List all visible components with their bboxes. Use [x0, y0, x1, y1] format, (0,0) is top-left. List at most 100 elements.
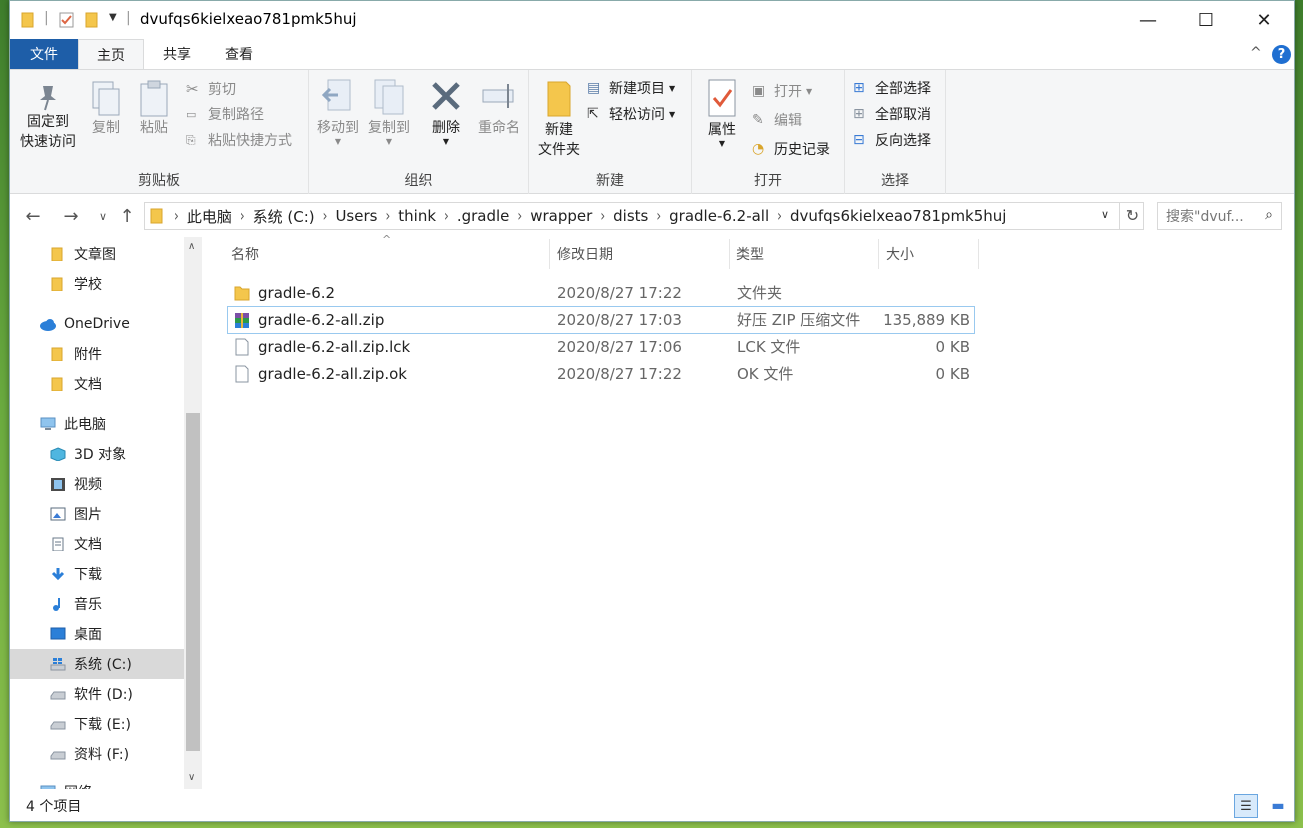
properties-check-icon[interactable]: [59, 12, 75, 28]
new-folder-button[interactable]: 新建 文件夹: [533, 78, 585, 160]
breadcrumb-separator-icon[interactable]: ›: [240, 207, 245, 225]
sidebar-item[interactable]: 资料 (F:): [10, 739, 184, 769]
up-arrow-icon[interactable]: ↑: [114, 203, 140, 229]
select-all-label: 全部选择: [875, 81, 931, 97]
customize-toolbar-dropdown-icon[interactable]: ▼: [109, 12, 117, 23]
refresh-icon[interactable]: ↻: [1119, 203, 1145, 229]
minimize-button[interactable]: —: [1119, 1, 1177, 39]
invert-selection-button[interactable]: ⊟ 反向选择: [853, 128, 931, 152]
sidebar-item[interactable]: 视频: [10, 469, 184, 499]
sidebar-item[interactable]: 学校: [10, 269, 184, 299]
delete-button[interactable]: 删除 ▼: [421, 78, 471, 146]
sidebar-item[interactable]: 系统 (C:): [10, 649, 184, 679]
address-bar[interactable]: › 此电脑 › 系统 (C:) › Users › think › .gradle › wrappe…: [144, 202, 1144, 230]
breadcrumb-item[interactable]: think: [390, 207, 444, 225]
close-button[interactable]: ✕: [1235, 1, 1293, 39]
tab-share[interactable]: 共享: [148, 39, 206, 69]
sidebar-item[interactable]: 文档: [10, 529, 184, 559]
sidebar-item[interactable]: 桌面: [10, 619, 184, 649]
column-header-name[interactable]: 名称: [231, 237, 549, 271]
sidebar-item[interactable]: 下载: [10, 559, 184, 589]
breadcrumb-item[interactable]: .gradle: [449, 207, 518, 225]
sidebar-item[interactable]: 软件 (D:): [10, 679, 184, 709]
cut-button[interactable]: ✂ 剪切: [186, 77, 236, 101]
sidebar-item[interactable]: 网络: [10, 777, 184, 789]
column-header-size[interactable]: 大小: [886, 237, 978, 271]
breadcrumb-item[interactable]: gradle-6.2-all: [661, 207, 777, 225]
edit-button[interactable]: ✎ 编辑: [752, 108, 802, 132]
scroll-up-chevron-icon[interactable]: ∧: [188, 241, 195, 252]
new-item-button[interactable]: ▤ 新建项目 ▼: [587, 76, 675, 100]
sidebar-item[interactable]: 文章图: [10, 239, 184, 269]
table-row[interactable]: gradle-6.2 2020/8/27 17:22 文件夹: [228, 280, 974, 306]
column-divider[interactable]: [549, 239, 550, 269]
back-arrow-icon[interactable]: ←: [20, 203, 46, 229]
copy-to-button[interactable]: 复制到 ▼: [364, 78, 414, 146]
address-history-chevron-icon[interactable]: ∨: [1101, 208, 1109, 221]
collapse-ribbon-icon[interactable]: ^: [1250, 45, 1262, 61]
breadcrumb-separator-icon[interactable]: ›: [444, 207, 449, 225]
open-button[interactable]: ▣ 打开 ▼: [752, 79, 812, 103]
delete-x-icon: [432, 82, 460, 110]
select-none-button[interactable]: ⊞ 全部取消: [853, 102, 931, 126]
breadcrumb-item[interactable]: dists: [605, 207, 656, 225]
tab-file[interactable]: 文件: [10, 39, 78, 69]
breadcrumb-separator-icon[interactable]: ›: [656, 207, 661, 225]
new-folder-icon[interactable]: [85, 12, 99, 28]
breadcrumb-item[interactable]: wrapper: [522, 207, 600, 225]
breadcrumb-item[interactable]: Users: [327, 207, 385, 225]
sidebar-item[interactable]: 下载 (E:): [10, 709, 184, 739]
sidebar-item[interactable]: 此电脑: [10, 409, 184, 439]
table-row[interactable]: gradle-6.2-all.zip.lck 2020/8/27 17:06 LCK…: [228, 334, 974, 360]
maximize-button[interactable]: ☐: [1177, 1, 1235, 39]
properties-button[interactable]: 属性 ▼: [700, 78, 744, 148]
column-header-date[interactable]: 修改日期: [557, 237, 729, 271]
pin-quick-access-button[interactable]: 固定到 快速访问: [18, 82, 78, 152]
history-button[interactable]: ◔ 历史记录: [752, 137, 830, 161]
column-divider[interactable]: [878, 239, 879, 269]
search-icon: ⌕: [1265, 207, 1273, 223]
rename-button[interactable]: 重命名: [473, 78, 525, 138]
scrollbar-thumb[interactable]: [186, 413, 200, 751]
recent-locations-chevron-icon[interactable]: ∨: [90, 203, 116, 229]
breadcrumb-item[interactable]: 系统 (C:): [245, 206, 323, 227]
paste-shortcut-button[interactable]: ⎘ 粘贴快捷方式: [186, 128, 292, 152]
sidebar-item[interactable]: 图片: [10, 499, 184, 529]
sidebar-item[interactable]: 音乐: [10, 589, 184, 619]
sidebar-item[interactable]: 3D 对象: [10, 439, 184, 469]
paste-button[interactable]: 粘贴: [134, 80, 174, 138]
breadcrumb-item[interactable]: dvufqs6kielxeao781pmk5huj: [782, 207, 1015, 225]
details-view-icon[interactable]: ☰: [1234, 794, 1258, 818]
help-icon[interactable]: ?: [1272, 45, 1291, 64]
breadcrumb-separator-icon[interactable]: ›: [323, 207, 328, 225]
column-divider[interactable]: [729, 239, 730, 269]
breadcrumb-separator-icon[interactable]: ›: [600, 207, 605, 225]
navigation-pane-scrollbar[interactable]: ∧ ∨: [184, 237, 202, 789]
forward-arrow-icon[interactable]: →: [58, 203, 84, 229]
table-row[interactable]: gradle-6.2-all.zip.ok 2020/8/27 17:22 OK 文…: [228, 361, 974, 387]
sidebar-item[interactable]: OneDrive: [10, 309, 184, 339]
new-group: 新建 文件夹 ▤ 新建项目 ▼ ⇱ 轻松访问 ▼ 新建: [529, 70, 692, 194]
music-note-icon: [53, 598, 60, 611]
sidebar-item[interactable]: 附件: [10, 339, 184, 369]
window-title: dvufqs6kielxeao781pmk5huj: [140, 10, 357, 28]
breadcrumb-item[interactable]: 此电脑: [179, 206, 240, 227]
copy-path-button[interactable]: ▭ 复制路径: [186, 102, 264, 126]
table-row[interactable]: gradle-6.2-all.zip 2020/8/27 17:03 好压 ZIP …: [227, 306, 975, 334]
breadcrumb-separator-icon[interactable]: ›: [385, 207, 390, 225]
file-type: LCK 文件: [737, 338, 801, 356]
easy-access-button[interactable]: ⇱ 轻松访问 ▼: [587, 102, 675, 126]
move-to-button[interactable]: 移动到 ▼: [313, 78, 363, 146]
column-divider[interactable]: [978, 239, 979, 269]
column-header-type[interactable]: 类型: [736, 237, 878, 271]
copy-button[interactable]: 复制: [86, 80, 126, 138]
breadcrumb-separator-icon[interactable]: ›: [517, 207, 522, 225]
breadcrumb-separator-icon[interactable]: ›: [777, 207, 782, 225]
sidebar-item[interactable]: 文档: [10, 369, 184, 399]
scroll-down-chevron-icon[interactable]: ∨: [188, 772, 195, 783]
large-icons-view-icon[interactable]: ▬: [1266, 794, 1290, 818]
tab-view[interactable]: 查看: [206, 39, 272, 69]
select-all-button[interactable]: ⊞ 全部选择: [853, 76, 931, 100]
tab-home[interactable]: 主页: [78, 39, 144, 69]
search-input[interactable]: 搜索"dvuf... ⌕: [1157, 202, 1282, 230]
